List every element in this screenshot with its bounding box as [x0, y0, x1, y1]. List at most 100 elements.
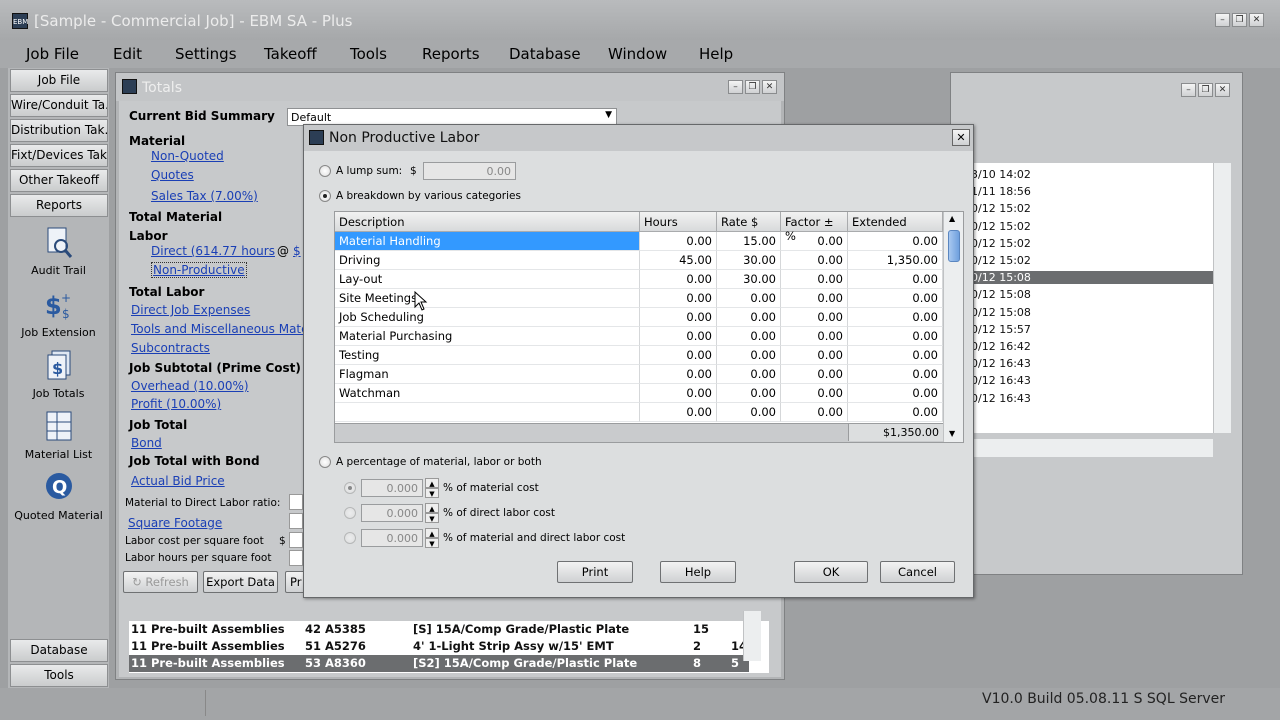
minimize-icon[interactable]: –	[728, 80, 743, 94]
nav-other-takeoff[interactable]: Other Takeoff	[10, 169, 108, 192]
history-row[interactable]: 0/12 15:08	[951, 271, 1213, 285]
cell-description[interactable]: Job Scheduling	[335, 308, 640, 327]
cell-factor[interactable]: 0.00	[781, 270, 848, 289]
vertical-scrollbar[interactable]	[1213, 163, 1231, 433]
cell-hours[interactable]: 0.00	[640, 270, 717, 289]
bond-link[interactable]: Bond	[131, 436, 162, 450]
cell-factor[interactable]: 0.00	[781, 403, 848, 422]
assembly-row[interactable]: 11 Pre-built Assemblies 42 A5385 [S] 15A/Co…	[129, 621, 749, 638]
tool-audit-trail[interactable]: Audit Trail	[8, 226, 109, 277]
refresh-button[interactable]: ↻ Refresh	[123, 571, 198, 593]
tool-job-extension[interactable]: $ + $ Job Extension	[8, 288, 109, 339]
cell-extended[interactable]: 0.00	[848, 365, 943, 384]
cell-hours[interactable]: 0.00	[640, 365, 717, 384]
profit-link[interactable]: Profit (10.00%)	[131, 397, 221, 411]
non-quoted-link[interactable]: Non-Quoted	[151, 149, 224, 163]
nav-reports[interactable]: Reports	[10, 194, 108, 217]
labor-breakdown-grid[interactable]: Description Hours Rate $ Factor ± % Exte…	[334, 211, 964, 443]
assembly-row[interactable]: 11 Pre-built Assemblies 51 A5276 4' 1-Light…	[129, 638, 749, 655]
overhead-link[interactable]: Overhead (10.00%)	[131, 379, 249, 393]
history-row[interactable]: 0/12 15:02	[971, 237, 1031, 250]
nav-job-file[interactable]: Job File	[10, 69, 108, 92]
cell-factor[interactable]: 0.00	[781, 289, 848, 308]
cell-hours[interactable]: 0.00	[640, 403, 717, 422]
cell-hours[interactable]: 0.00	[640, 308, 717, 327]
cell-description[interactable]: Site Meetings	[335, 289, 640, 308]
cell-description[interactable]: Watchman	[335, 384, 640, 403]
menu-edit[interactable]: Edit	[113, 45, 142, 63]
cell-extended[interactable]: 0.00	[848, 327, 943, 346]
square-footage-field[interactable]	[289, 513, 303, 529]
horizontal-scrollbar[interactable]	[971, 439, 1213, 457]
cell-extended[interactable]: 0.00	[848, 346, 943, 365]
cell-extended[interactable]: 0.00	[848, 308, 943, 327]
cell-description[interactable]: Testing	[335, 346, 640, 365]
scroll-down-icon[interactable]: ▼	[949, 429, 955, 438]
print-button[interactable]: Print	[557, 561, 633, 583]
history-row[interactable]: 0/12 16:43	[971, 357, 1031, 370]
cell-hours[interactable]: 0.00	[640, 346, 717, 365]
cell-hours[interactable]: 0.00	[640, 289, 717, 308]
cell-extended[interactable]: 0.00	[848, 232, 943, 251]
menu-settings[interactable]: Settings	[175, 45, 237, 63]
col-rate[interactable]: Rate $	[717, 212, 781, 232]
menu-window[interactable]: Window	[608, 45, 667, 63]
cell-rate[interactable]: 0.00	[717, 327, 781, 346]
cell-factor[interactable]: 0.00	[781, 384, 848, 403]
breakdown-radio[interactable]	[319, 190, 331, 202]
restore-icon[interactable]: ❐	[1232, 13, 1247, 27]
pct-material-input[interactable]: 0.000	[361, 479, 423, 497]
history-row[interactable]: 0/12 15:08	[971, 306, 1031, 319]
pct-material-radio[interactable]	[344, 482, 356, 494]
cell-factor[interactable]: 0.00	[781, 251, 848, 270]
direct-job-expenses-link[interactable]: Direct Job Expenses	[131, 303, 250, 317]
minimize-icon[interactable]: –	[1181, 83, 1196, 97]
vertical-scrollbar[interactable]	[743, 611, 761, 661]
close-icon[interactable]: ✕	[762, 80, 777, 94]
subcontracts-link[interactable]: Subcontracts	[131, 341, 210, 355]
history-row[interactable]: 0/12 15:08	[971, 288, 1031, 301]
scroll-up-icon[interactable]: ▲	[949, 214, 955, 223]
menu-takeoff[interactable]: Takeoff	[264, 45, 317, 63]
col-description[interactable]: Description	[335, 212, 640, 232]
close-icon[interactable]: ✕	[1249, 13, 1264, 27]
minimize-icon[interactable]: –	[1215, 13, 1230, 27]
nav-wire-conduit[interactable]: Wire/Conduit Ta...	[10, 94, 108, 117]
cell-factor[interactable]: 0.00	[781, 232, 848, 251]
cell-description[interactable]: Material Purchasing	[335, 327, 640, 346]
cell-extended[interactable]: 0.00	[848, 270, 943, 289]
cell-rate[interactable]: 0.00	[717, 403, 781, 422]
history-row[interactable]: 0/12 16:43	[971, 374, 1031, 387]
assemblies-list[interactable]: 11 Pre-built Assemblies 42 A5385 [S] 15A/Co…	[129, 621, 769, 673]
assembly-row[interactable]: 11 Pre-built Assemblies 53 A8360 [S2] 15A/C…	[129, 655, 749, 672]
cell-extended[interactable]: 0.00	[848, 403, 943, 422]
nav-tools[interactable]: Tools	[10, 664, 108, 687]
close-icon[interactable]: ✕	[1215, 83, 1230, 97]
restore-icon[interactable]: ❐	[1198, 83, 1213, 97]
restore-icon[interactable]: ❐	[745, 80, 760, 94]
nav-distribution[interactable]: Distribution Tak...	[10, 119, 108, 142]
cell-description[interactable]: Driving	[335, 251, 640, 270]
tools-misc-link[interactable]: Tools and Miscellaneous Mater	[131, 322, 313, 336]
menu-reports[interactable]: Reports	[422, 45, 480, 63]
cancel-button[interactable]: Cancel	[880, 561, 955, 583]
tool-material-list[interactable]: Material List	[8, 410, 109, 461]
percentage-radio[interactable]	[319, 456, 331, 468]
nav-database[interactable]: Database	[10, 639, 108, 662]
menu-database[interactable]: Database	[509, 45, 581, 63]
cell-rate[interactable]: 0.00	[717, 365, 781, 384]
history-row[interactable]: 0/12 16:43	[971, 392, 1031, 405]
export-data-button[interactable]: Export Data	[203, 571, 278, 593]
pct-labor-stepper[interactable]: ▲ ▼	[425, 503, 439, 523]
cell-rate[interactable]: 0.00	[717, 308, 781, 327]
non-productive-link[interactable]: Non-Productive	[151, 262, 247, 278]
cell-hours[interactable]: 45.00	[640, 251, 717, 270]
pct-material-stepper[interactable]: ▲ ▼	[425, 478, 439, 498]
pct-labor-input[interactable]: 0.000	[361, 504, 423, 522]
col-hours[interactable]: Hours	[640, 212, 717, 232]
cell-hours[interactable]: 0.00	[640, 384, 717, 403]
col-factor[interactable]: Factor ± %	[781, 212, 848, 243]
sales-tax-link[interactable]: Sales Tax (7.00%)	[151, 189, 258, 203]
tool-quoted-material[interactable]: Q Quoted Material	[8, 471, 109, 522]
pct-both-stepper[interactable]: ▲ ▼	[425, 528, 439, 548]
